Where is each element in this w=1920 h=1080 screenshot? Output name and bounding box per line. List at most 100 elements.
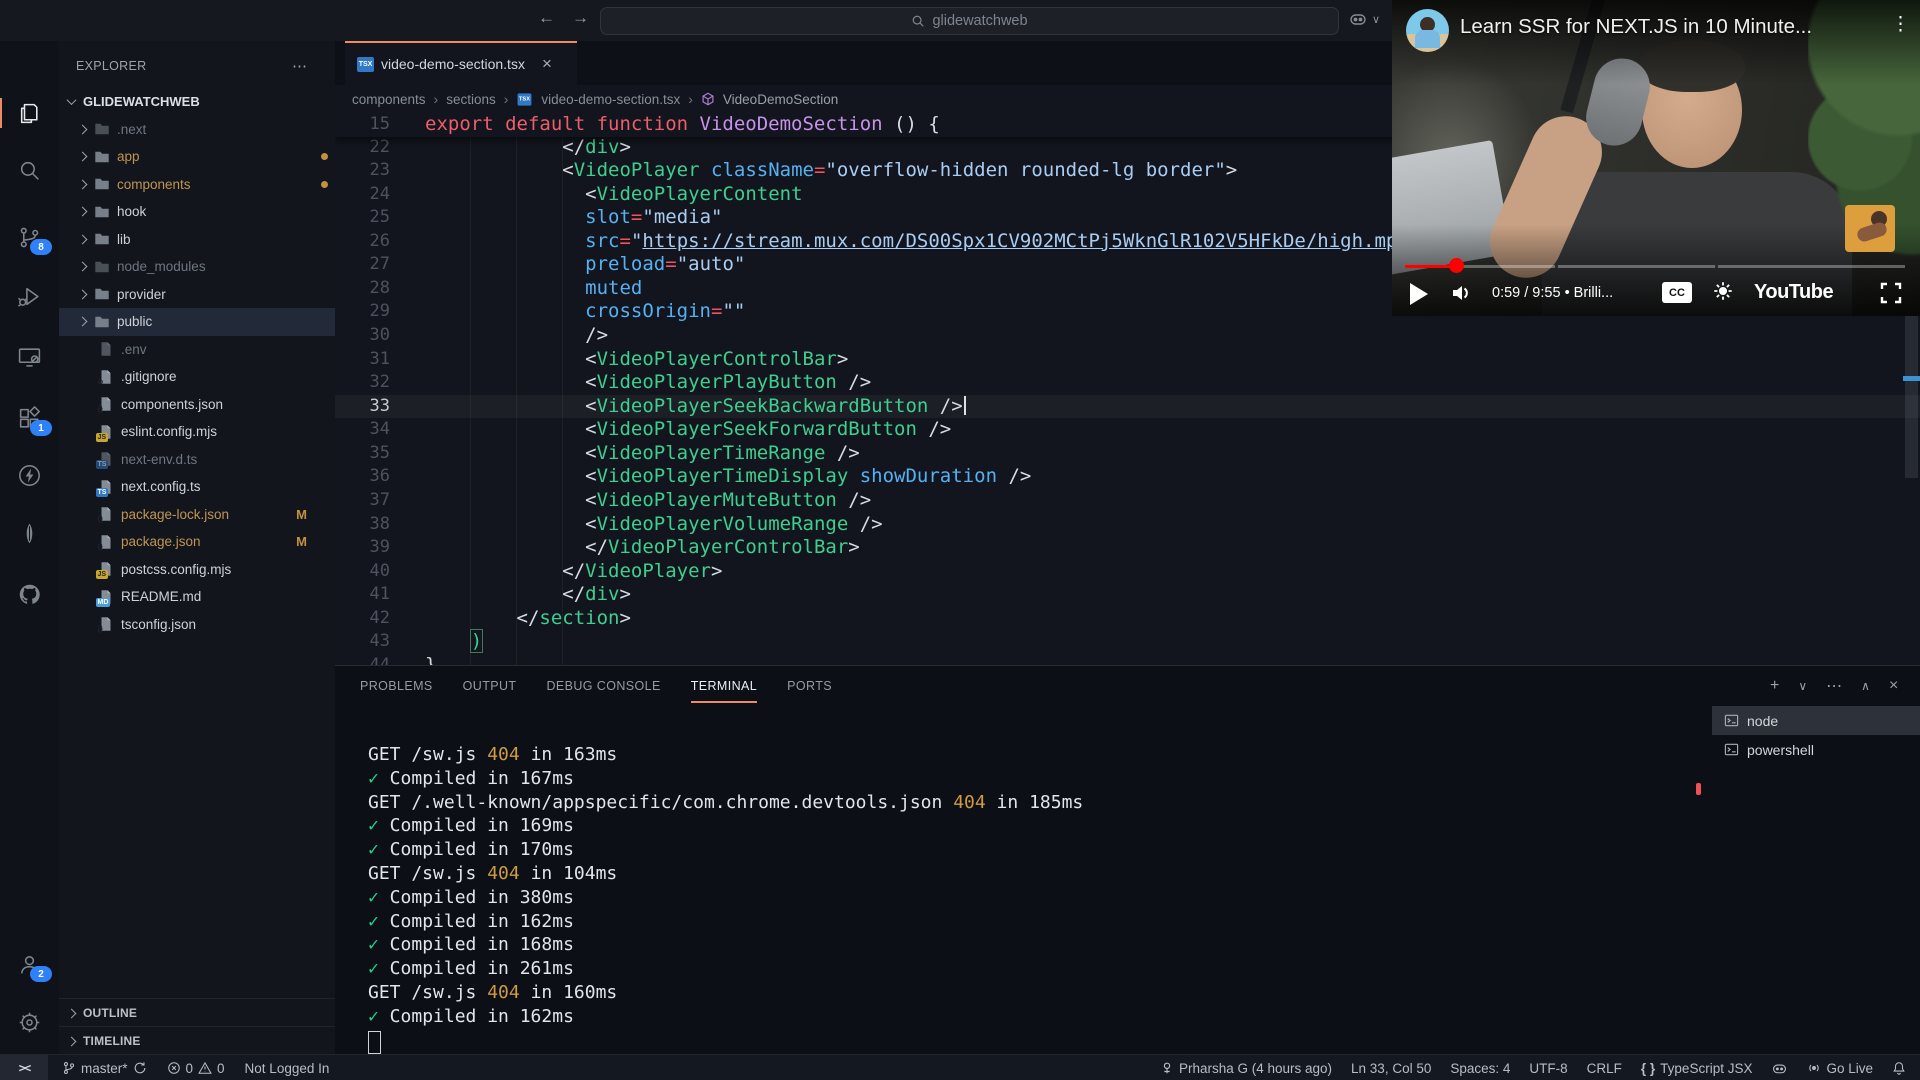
folder-item-hook[interactable]: hook	[59, 198, 335, 226]
file-item-README.md[interactable]: MDREADME.md	[59, 583, 335, 611]
breadcrumb-item-video-demo-section.tsx[interactable]: video-demo-section.tsx	[541, 92, 680, 107]
status-go-live[interactable]: Go Live	[1807, 1061, 1873, 1076]
status-encoding[interactable]: UTF-8	[1529, 1061, 1567, 1076]
youtube-pip-overlay[interactable]: Learn SSR for NEXT.JS in 10 Minute... ⋮ …	[1392, 0, 1920, 316]
folder-item-.next[interactable]: .next	[59, 116, 335, 144]
remote-indicator[interactable]: ><	[0, 1055, 48, 1080]
timeline-section[interactable]: TIMELINE	[59, 1026, 335, 1055]
close-icon[interactable]: ×	[1889, 677, 1898, 695]
status-git-branch[interactable]: master*	[62, 1061, 147, 1076]
project-root-row[interactable]: GLIDEWATCHWEB	[59, 88, 335, 115]
captions-button[interactable]: CC	[1662, 282, 1692, 303]
panel-tab-problems[interactable]: PROBLEMS	[360, 666, 433, 706]
folder-icon	[94, 314, 110, 330]
status-cursor-position[interactable]: Ln 33, Col 50	[1351, 1061, 1431, 1076]
close-icon[interactable]: ×	[542, 54, 552, 74]
nav-forward-icon[interactable]: →	[572, 8, 589, 28]
code-line-32[interactable]: 32<VideoPlayerPlayButton />	[335, 371, 1920, 395]
panel-tab-terminal[interactable]: TERMINAL	[691, 666, 757, 706]
code-line-34[interactable]: 34<VideoPlayerSeekForwardButton />	[335, 418, 1920, 442]
activity-item-github[interactable]	[0, 570, 59, 618]
chevron-up-icon[interactable]: ∧	[1861, 679, 1870, 693]
code-line-41[interactable]: 41</div>	[335, 583, 1920, 607]
status-copilot-status[interactable]	[1771, 1060, 1788, 1077]
file-item-.gitignore[interactable]: ⊘.gitignore	[59, 363, 335, 391]
file-item-eslint.config.mjs[interactable]: JSeslint.config.mjs	[59, 418, 335, 446]
terminal-group-node[interactable]: node	[1712, 706, 1920, 735]
code-line-30[interactable]: 30/>	[335, 324, 1920, 348]
code-line-42[interactable]: 42</section>	[335, 607, 1920, 631]
activity-item-thunder-client[interactable]	[0, 451, 59, 499]
code-line-40[interactable]: 40</VideoPlayer>	[335, 560, 1920, 584]
youtube-logo[interactable]: YouTube	[1754, 281, 1833, 304]
status-gitlens-blame[interactable]: Prharsha G (4 hours ago)	[1160, 1061, 1332, 1076]
command-center-search[interactable]: glidewatchweb	[600, 7, 1339, 35]
activity-item-accounts[interactable]: 2	[0, 940, 59, 988]
file-item-package.json[interactable]: {}package.jsonM	[59, 528, 335, 556]
panel-tab-debug-console[interactable]: DEBUG CONSOLE	[546, 666, 660, 706]
file-item-tsconfig.json[interactable]: {}tsconfig.json	[59, 611, 335, 639]
more-actions-icon[interactable]: ⋯	[292, 57, 307, 75]
chevron-down-icon[interactable]: ∨	[1798, 679, 1807, 693]
folder-item-lib[interactable]: lib	[59, 226, 335, 254]
breadcrumb-item-components[interactable]: components	[352, 92, 426, 107]
activity-item-extensions[interactable]: 1	[0, 394, 59, 442]
code-line-44[interactable]: 44}	[335, 654, 1920, 665]
activity-item-source-control[interactable]: 8	[0, 213, 59, 261]
panel-tab-ports[interactable]: PORTS	[787, 666, 832, 706]
tab-video-demo-section[interactable]: TSX video-demo-section.tsx ×	[345, 41, 577, 85]
terminal-group-powershell[interactable]: powershell	[1712, 735, 1920, 764]
panel-tab-output[interactable]: OUTPUT	[463, 666, 517, 706]
code-line-31[interactable]: 31<VideoPlayerControlBar>	[335, 348, 1920, 372]
settings-gear-icon[interactable]	[1712, 280, 1734, 302]
status-notifications[interactable]	[1892, 1061, 1906, 1075]
fullscreen-icon[interactable]	[1880, 282, 1902, 304]
file-item-package-lock.json[interactable]: {}package-lock.jsonM	[59, 501, 335, 529]
file-item-components.json[interactable]: {}components.json	[59, 391, 335, 419]
channel-avatar[interactable]	[1406, 9, 1449, 52]
more-icon[interactable]: ⋯	[1826, 676, 1842, 696]
status-eol[interactable]: CRLF	[1587, 1061, 1622, 1076]
status-problems[interactable]: 00	[167, 1061, 225, 1076]
activity-item-remote-explorer[interactable]	[0, 332, 59, 380]
activity-item-explorer[interactable]	[0, 89, 59, 137]
file-item-.env[interactable]: .env	[59, 336, 335, 364]
folder-item-provider[interactable]: provider	[59, 281, 335, 309]
code-line-37[interactable]: 37<VideoPlayerMuteButton />	[335, 489, 1920, 513]
folder-item-public[interactable]: public	[59, 308, 335, 336]
plus-icon[interactable]: +	[1770, 677, 1779, 695]
copilot-titlebar-button[interactable]: ∨	[1348, 9, 1380, 29]
code-line-33[interactable]: 33<VideoPlayerSeekBackwardButton />	[335, 395, 1920, 419]
editor-scrollbar[interactable]	[1905, 316, 1918, 478]
suggested-card-thumbnail[interactable]	[1845, 205, 1895, 252]
folder-item-app[interactable]: app	[59, 143, 335, 171]
folder-item-components[interactable]: components	[59, 171, 335, 199]
status-indentation[interactable]: Spaces: 4	[1450, 1061, 1510, 1076]
code-line-36[interactable]: 36<VideoPlayerTimeDisplay showDuration /…	[335, 465, 1920, 489]
nav-back-icon[interactable]: ←	[538, 8, 555, 28]
activity-item-mongodb[interactable]	[0, 509, 59, 557]
video-title[interactable]: Learn SSR for NEXT.JS in 10 Minute...	[1460, 15, 1868, 39]
activity-item-search[interactable]	[0, 146, 59, 194]
breadcrumb-item-sections[interactable]: sections	[446, 92, 496, 107]
file-item-next.config.ts[interactable]: TSnext.config.ts	[59, 473, 335, 501]
code-line-43[interactable]: 43)	[335, 630, 1920, 654]
volume-icon[interactable]	[1450, 282, 1474, 304]
progress-bar[interactable]	[1405, 265, 1905, 268]
kebab-menu-icon[interactable]: ⋮	[1891, 13, 1910, 36]
code-line-38[interactable]: 38<VideoPlayerVolumeRange />	[335, 513, 1920, 537]
file-item-postcss.config.mjs[interactable]: JSpostcss.config.mjs	[59, 556, 335, 584]
progress-scrubber[interactable]	[1449, 258, 1464, 273]
code-line-39[interactable]: 39</VideoPlayerControlBar>	[335, 536, 1920, 560]
file-item-next-env.d.ts[interactable]: TSnext-env.d.ts	[59, 446, 335, 474]
activity-item-settings[interactable]	[0, 998, 59, 1046]
chevron-right-icon	[67, 1008, 77, 1018]
status-language-mode[interactable]: { }TypeScript JSX	[1641, 1061, 1753, 1076]
outline-section[interactable]: OUTLINE	[59, 998, 335, 1027]
folder-item-node_modules[interactable]: node_modules	[59, 253, 335, 281]
code-line-35[interactable]: 35<VideoPlayerTimeRange />	[335, 442, 1920, 466]
activity-item-run-debug[interactable]	[0, 272, 59, 320]
status-not-logged-in[interactable]: Not Logged In	[245, 1061, 330, 1076]
breadcrumb-item-VideoDemoSection[interactable]: VideoDemoSection	[723, 92, 838, 107]
play-icon[interactable]	[1410, 283, 1428, 305]
